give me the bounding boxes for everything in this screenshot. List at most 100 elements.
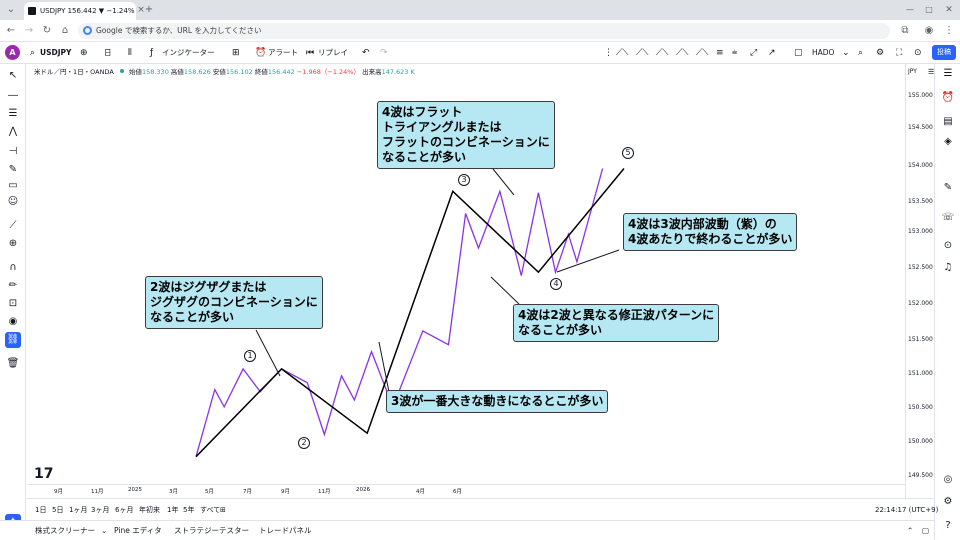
publish-button[interactable]: 投稿 — [932, 45, 956, 60]
maximize-panel-icon[interactable]: ▢ — [922, 525, 929, 537]
tradingview-logo-icon[interactable]: 17 — [34, 466, 53, 482]
time-axis[interactable]: 9月 11月 2025 3月 5月 7月 9月 11月 2026 4月 6月 — [27, 484, 905, 498]
indicators-button[interactable]: インジケーター — [162, 46, 215, 60]
tab-stock-screener[interactable]: 株式スクリーナー — [35, 525, 95, 537]
tab-menu-icon[interactable]: ⌄ — [4, 3, 18, 17]
collapse-panel-icon[interactable]: ⌃ — [907, 525, 913, 537]
wave-label-3[interactable]: 3 — [458, 174, 470, 186]
eye-icon[interactable]: ◉ — [5, 314, 21, 330]
minimize-icon[interactable]: — — [903, 3, 917, 17]
alerts-panel-icon[interactable]: ⏰ — [940, 90, 956, 106]
calendar-icon[interactable]: ⊙ — [940, 238, 956, 254]
lock-icon[interactable]: ⊡ — [5, 296, 21, 312]
chevron-down-icon[interactable]: ⌄ — [842, 46, 850, 60]
watchlist-icon[interactable]: ☰ — [940, 66, 956, 82]
trash-icon[interactable]: 🗑 — [5, 356, 21, 372]
range-6m-button[interactable]: 6ヶ月 — [115, 505, 133, 515]
range-5d-button[interactable]: 5日 — [52, 505, 63, 515]
symbol-search-icon[interactable]: ⌕ — [30, 46, 35, 60]
undo-icon[interactable]: ↶ — [362, 46, 370, 60]
zoom-in-icon[interactable]: ⊕ — [5, 236, 21, 252]
compare-symbol-icon[interactable]: ⊕ — [80, 46, 88, 60]
forecast-tool-icon[interactable]: ⊣ — [5, 144, 21, 160]
callout-wave2[interactable]: 2波はジグザグまたは ジグザグのコンビネーションに なることが多い — [145, 276, 323, 329]
link-icon[interactable]: ⛓ — [5, 332, 21, 348]
forward-icon[interactable]: → — [22, 24, 36, 38]
trend-line-icon[interactable]: ⤢ — [750, 46, 757, 60]
alert-icon[interactable]: ⏰ — [255, 46, 266, 60]
alert-button[interactable]: アラート — [268, 46, 298, 60]
elliott-triangle-icon[interactable]: ⟋⟍ — [656, 46, 669, 60]
date-range-icon[interactable]: ⊞ — [220, 505, 226, 515]
range-1y-button[interactable]: 1年 — [167, 505, 178, 515]
axis-menu-icon[interactable]: ☰ — [928, 68, 934, 76]
range-1d-button[interactable]: 1日 — [35, 505, 46, 515]
avatar[interactable]: A — [5, 45, 20, 60]
camera-icon[interactable]: ⊙ — [914, 46, 922, 60]
emoji-icon[interactable]: ☺ — [5, 194, 21, 210]
text-tool-icon[interactable]: ▭ — [5, 178, 21, 194]
extensions-icon[interactable]: ⧉ — [898, 24, 912, 38]
elliott-triple-combo-icon[interactable]: ⟋⟍ — [696, 46, 709, 60]
wave-label-5[interactable]: 5 — [622, 147, 634, 159]
replay-button[interactable]: リプレイ — [318, 46, 348, 60]
fib-extension-icon[interactable]: ⩧ — [732, 46, 737, 60]
range-all-button[interactable]: すべて — [200, 505, 220, 515]
range-ytd-button[interactable]: 年初来 — [139, 505, 160, 515]
back-icon[interactable]: ← — [4, 24, 18, 38]
callout-wave4-alternate[interactable]: 4波は2波と異なる修正波パターンに なることが多い — [513, 304, 720, 342]
cursor-icon[interactable]: ↖ — [5, 68, 21, 84]
ray-icon[interactable]: ↗ — [768, 46, 776, 60]
range-5y-button[interactable]: 5年 — [183, 505, 194, 515]
layout-square-icon[interactable]: ▢ — [794, 46, 803, 60]
chat-icon[interactable]: ☏ — [940, 210, 956, 226]
omnibox-input[interactable]: Google で検索するか、URL を入力してください — [78, 23, 890, 39]
profile-icon[interactable]: ◉ — [922, 24, 936, 38]
indicators-icon[interactable]: ƒ — [150, 46, 153, 60]
lock-drawing-icon[interactable]: ✏ — [5, 278, 21, 294]
replay-icon[interactable]: ⏮ — [306, 46, 314, 60]
interval-button[interactable]: 日 — [104, 46, 112, 60]
elliott-correction-icon[interactable]: ⟋⟍ — [636, 46, 649, 60]
layout-name-button[interactable]: HADO — [812, 46, 834, 60]
target-icon[interactable]: ◎ — [940, 472, 956, 488]
magnet-icon[interactable]: ∩ — [5, 260, 21, 276]
templates-icon[interactable]: ⊞ — [232, 46, 240, 60]
search-icon[interactable]: ⌕ — [858, 46, 863, 60]
tab-strategy-tester[interactable]: ストラテジーテスター — [174, 525, 249, 537]
ruler-icon[interactable]: ⟋ — [5, 218, 21, 234]
redo-icon[interactable]: ↷ — [380, 46, 388, 60]
maximize-icon[interactable]: □ — [922, 3, 936, 17]
callout-wave4-internal[interactable]: 4波は3波内部波動（紫）の 4波あたりで終わることが多い — [623, 213, 798, 251]
wave-label-2[interactable]: 2 — [298, 437, 310, 449]
horizontal-line-icon[interactable]: ― — [5, 88, 21, 104]
home-icon[interactable]: ⌂ — [58, 24, 72, 38]
ideas-icon[interactable]: ✎ — [940, 180, 956, 196]
new-tab-icon[interactable]: + — [142, 3, 156, 17]
elliott-double-combo-icon[interactable]: ⟋⟍ — [676, 46, 689, 60]
browser-menu-icon[interactable]: ⋮ — [942, 24, 956, 38]
help-icon[interactable]: ? — [940, 518, 956, 534]
price-axis[interactable]: JPY ☰ 155.000 154.500 154.000 153.500 15… — [905, 64, 934, 498]
symbol-button[interactable]: USDJPY — [40, 46, 71, 60]
callout-wave4-flat[interactable]: 4波はフラット トライアングルまたは フラットのコンビネーションに なることが多… — [377, 101, 555, 169]
window-close-icon[interactable]: ✕ — [942, 3, 956, 17]
legend-title[interactable]: 米ドル／円・1日・OANDA — [34, 68, 114, 76]
tab-pine-editor[interactable]: Pine エディタ — [114, 525, 162, 537]
range-1m-button[interactable]: 1ヶ月 — [69, 505, 87, 515]
brush-icon[interactable]: ✎ — [5, 162, 21, 178]
bottom-chevron-down-icon[interactable]: ⌄ — [101, 525, 107, 537]
callout-wave3[interactable]: 3波が一番大きな動きになるとこが多い — [386, 390, 609, 413]
news-icon[interactable]: ▤ — [940, 114, 956, 130]
layers-icon[interactable]: ◈ — [940, 134, 956, 150]
settings-icon[interactable]: ⚙ — [940, 494, 956, 510]
clock-display[interactable]: 22:14:17 (UTC+9) — [875, 505, 938, 515]
fullscreen-icon[interactable]: ⛶ — [896, 46, 902, 60]
reload-icon[interactable]: ↻ — [40, 24, 54, 38]
tab-trading-panel[interactable]: トレードパネル — [259, 525, 312, 537]
range-3m-button[interactable]: 3ヶ月 — [91, 505, 109, 515]
browser-tab[interactable]: USDJPY 156.442 ▼ −1.24% 無... — [24, 2, 136, 20]
wave-label-1[interactable]: 1 — [244, 350, 256, 362]
elliott-impulse-icon[interactable]: ⟋⟍ — [616, 46, 629, 60]
pattern-tool-icon[interactable]: ⋀ — [5, 124, 21, 140]
